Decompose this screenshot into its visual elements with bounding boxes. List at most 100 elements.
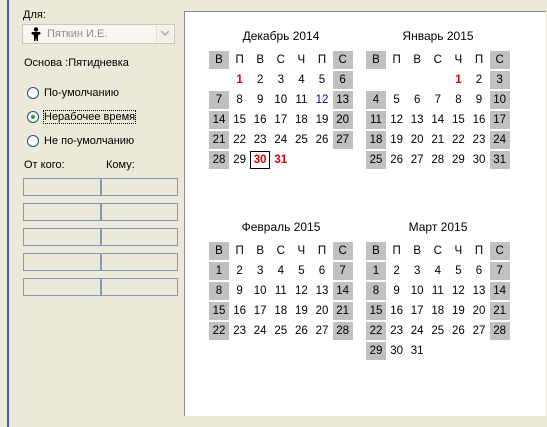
calendar-day[interactable]: 30 — [387, 342, 407, 360]
calendar-day[interactable]: 22 — [230, 131, 250, 149]
calendar-day[interactable]: 18 — [271, 302, 291, 320]
calendar-day[interactable]: 13 — [312, 282, 332, 300]
from-cell[interactable] — [23, 278, 101, 296]
from-cell[interactable] — [23, 203, 101, 221]
calendar-day[interactable]: 12 — [387, 111, 407, 129]
calendar-day[interactable]: 8 — [230, 91, 250, 109]
calendar-day[interactable]: 25 — [428, 322, 448, 340]
calendar-day[interactable]: 30 — [469, 151, 489, 169]
calendar-day[interactable]: 12 — [291, 282, 311, 300]
calendar-day[interactable]: 23 — [387, 322, 407, 340]
to-cell[interactable] — [101, 228, 178, 246]
calendar-day[interactable]: 12 — [312, 91, 332, 109]
calendar-day[interactable]: 27 — [332, 131, 353, 149]
calendar-day[interactable]: 3 — [250, 262, 270, 280]
to-cell[interactable] — [101, 203, 178, 221]
radio-default-label[interactable]: По-умолчанию — [44, 87, 119, 99]
radio-nondefault-label[interactable]: Не по-умолчанию — [44, 135, 134, 147]
calendar-day[interactable]: 20 — [312, 302, 332, 320]
calendar-day[interactable]: 29 — [366, 342, 386, 360]
calendar-day[interactable]: 6 — [332, 71, 353, 89]
select-dropdown-button[interactable] — [156, 26, 173, 42]
calendar-day[interactable]: 15 — [230, 111, 250, 129]
calendar-day[interactable]: 22 — [209, 322, 229, 340]
radio-nonworking-control[interactable] — [27, 111, 39, 123]
calendar-day[interactable]: 28 — [428, 151, 448, 169]
calendar-day[interactable]: 28 — [332, 322, 353, 340]
calendar-day[interactable]: 1 — [209, 262, 229, 280]
calendar-day[interactable]: 13 — [469, 282, 489, 300]
calendar-day[interactable]: 14 — [489, 282, 510, 300]
calendar-day[interactable]: 9 — [469, 91, 489, 109]
calendar-day[interactable]: 23 — [230, 322, 250, 340]
calendar-day[interactable]: 22 — [448, 131, 468, 149]
calendar-day[interactable]: 3 — [489, 71, 510, 89]
calendar-day[interactable]: 20 — [332, 111, 353, 129]
to-cell[interactable] — [101, 278, 178, 296]
calendar-day[interactable]: 15 — [209, 302, 229, 320]
calendar-day[interactable]: 21 — [428, 131, 448, 149]
from-cell[interactable] — [23, 228, 101, 246]
calendar-day[interactable]: 2 — [250, 71, 270, 89]
calendar-day[interactable]: 13 — [332, 91, 353, 109]
calendar-day[interactable]: 11 — [271, 282, 291, 300]
calendar-day[interactable]: 20 — [407, 131, 427, 149]
calendar-day[interactable]: 5 — [448, 262, 468, 280]
calendar-day[interactable]: 17 — [271, 111, 291, 129]
calendar-day[interactable]: 21 — [332, 302, 353, 320]
calendar-day[interactable]: 4 — [366, 91, 386, 109]
calendar-day[interactable]: 7 — [489, 262, 510, 280]
calendar-day[interactable]: 10 — [250, 282, 270, 300]
calendar-day[interactable]: 27 — [407, 151, 427, 169]
calendar-day[interactable]: 18 — [291, 111, 311, 129]
calendar-day[interactable]: 19 — [387, 131, 407, 149]
calendar-day[interactable]: 2 — [230, 262, 250, 280]
calendar-day[interactable]: 27 — [469, 322, 489, 340]
calendar-day[interactable]: 17 — [250, 302, 270, 320]
calendar-day[interactable]: 19 — [448, 302, 468, 320]
calendar-day[interactable]: 17 — [489, 111, 510, 129]
calendar-day[interactable]: 31 — [271, 151, 291, 169]
calendar-day[interactable]: 7 — [209, 91, 229, 109]
calendar-day[interactable]: 30 — [250, 151, 271, 169]
calendar-day[interactable]: 16 — [230, 302, 250, 320]
calendar-day[interactable]: 4 — [271, 262, 291, 280]
calendar-day[interactable]: 31 — [489, 151, 510, 169]
calendar-day[interactable]: 28 — [209, 151, 229, 169]
calendar-day[interactable]: 7 — [428, 91, 448, 109]
calendar-day[interactable]: 2 — [387, 262, 407, 280]
calendar-day[interactable]: 9 — [250, 91, 270, 109]
calendar-day[interactable]: 6 — [469, 262, 489, 280]
from-cell[interactable] — [23, 253, 101, 271]
calendar-day[interactable]: 22 — [366, 322, 386, 340]
calendar-day[interactable]: 15 — [448, 111, 468, 129]
calendar-day[interactable]: 29 — [448, 151, 468, 169]
calendar-day[interactable]: 25 — [291, 131, 311, 149]
calendar-day[interactable]: 14 — [209, 111, 229, 129]
calendar-day[interactable]: 2 — [469, 71, 489, 89]
calendar-day[interactable]: 17 — [407, 302, 427, 320]
calendar-day[interactable]: 4 — [291, 71, 311, 89]
calendar-day[interactable]: 6 — [312, 262, 332, 280]
calendar-day[interactable]: 5 — [291, 262, 311, 280]
calendar-day[interactable]: 23 — [469, 131, 489, 149]
calendar-day[interactable]: 24 — [407, 322, 427, 340]
calendar-day[interactable]: 25 — [366, 151, 386, 169]
calendar-day[interactable]: 26 — [291, 322, 311, 340]
person-select[interactable]: Пяткин И.Е. — [22, 24, 175, 44]
calendar-day[interactable]: 19 — [312, 111, 332, 129]
calendar-day[interactable]: 16 — [387, 302, 407, 320]
calendar-day[interactable]: 11 — [291, 91, 311, 109]
calendar-day[interactable]: 16 — [469, 111, 489, 129]
radio-nonworking-label[interactable]: Нерабочее время — [42, 110, 137, 124]
calendar-day[interactable]: 24 — [271, 131, 291, 149]
radio-default-control[interactable] — [27, 87, 39, 99]
calendar-day[interactable]: 12 — [448, 282, 468, 300]
calendar-day[interactable]: 14 — [332, 282, 353, 300]
calendar-day[interactable]: 8 — [366, 282, 386, 300]
calendar-day[interactable]: 31 — [407, 342, 427, 360]
calendar-day[interactable]: 3 — [271, 71, 291, 89]
calendar-day[interactable]: 23 — [250, 131, 270, 149]
calendar-day[interactable]: 20 — [469, 302, 489, 320]
calendar-day[interactable]: 13 — [407, 111, 427, 129]
